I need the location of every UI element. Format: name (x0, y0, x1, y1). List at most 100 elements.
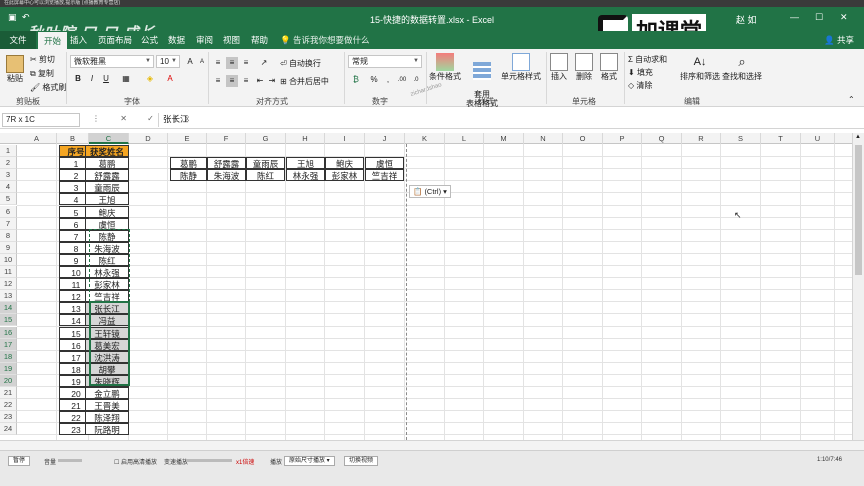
transposed-cell[interactable]: 王旭 (286, 157, 325, 170)
row-header-5[interactable]: 5 (0, 193, 17, 206)
transposed-cell[interactable]: 舒露露 (207, 157, 246, 170)
fill-button[interactable]: ⬇ 填充 (628, 67, 653, 78)
column-header-r[interactable]: R (682, 133, 721, 144)
name-box[interactable]: 7R x 1C (2, 113, 80, 127)
table-cell-name[interactable]: 王晋美 (85, 399, 129, 412)
row-header-23[interactable]: 23 (0, 411, 17, 424)
row-header-20[interactable]: 20 (0, 374, 17, 387)
increase-decimal-icon[interactable]: .00 (396, 74, 408, 86)
fill-color-icon[interactable]: ◈ (144, 73, 156, 85)
italic-button[interactable]: I (86, 73, 98, 85)
transposed-cell[interactable]: 虞恒 (365, 157, 404, 170)
pause-button[interactable]: 暂停 (8, 456, 31, 466)
row-header-15[interactable]: 15 (0, 314, 17, 327)
column-header-j[interactable]: J (365, 133, 405, 144)
wrap-text-button[interactable]: ⏎ 自动换行 (280, 58, 321, 69)
scroll-up-icon[interactable]: ▲ (855, 134, 861, 140)
align-left-icon[interactable]: ≡ (212, 75, 224, 87)
table-cell-name[interactable]: 王旭 (85, 193, 129, 206)
row-header-6[interactable]: 6 (0, 205, 17, 218)
row-header-13[interactable]: 13 (0, 290, 17, 303)
table-cell-name[interactable]: 陈泽翔 (85, 411, 129, 424)
comma-button[interactable]: , (382, 74, 394, 86)
tab-page-layout[interactable]: 页面布局 (98, 34, 132, 46)
bold-button[interactable]: B (72, 73, 84, 85)
format-painter-button[interactable]: 🖌 格式刷 (30, 82, 66, 93)
scrollbar-thumb[interactable] (855, 145, 862, 275)
tab-file[interactable]: 文件 (0, 31, 36, 49)
column-header-h[interactable]: H (286, 133, 325, 144)
row-header-19[interactable]: 19 (0, 362, 17, 375)
transposed-cell[interactable]: 彭家林 (325, 169, 364, 182)
align-top-icon[interactable]: ≡ (212, 57, 224, 69)
tab-data[interactable]: 数据 (168, 34, 185, 46)
column-header-p[interactable]: P (603, 133, 642, 144)
maximize-button[interactable]: ☐ (815, 12, 823, 23)
column-header-u[interactable]: U (801, 133, 835, 144)
selection-box[interactable] (89, 301, 130, 386)
orientation-icon[interactable]: ↗ (258, 57, 270, 69)
column-header-o[interactable]: O (563, 133, 603, 144)
table-cell-name[interactable]: 童雨辰 (85, 181, 129, 194)
transposed-cell[interactable]: 葛鹏 (170, 157, 207, 170)
tab-view[interactable]: 视图 (223, 34, 240, 46)
column-header-c[interactable]: C (89, 133, 129, 144)
grow-font-icon[interactable]: A (184, 56, 196, 68)
paste-button[interactable]: 粘贴 (4, 55, 26, 83)
align-bottom-icon[interactable]: ≡ (240, 57, 252, 69)
transposed-cell[interactable]: 陈静 (170, 169, 207, 182)
transposed-cell[interactable]: 童雨辰 (246, 157, 285, 170)
column-header-f[interactable]: F (207, 133, 246, 144)
transposed-cell[interactable]: 林永强 (286, 169, 325, 182)
row-header-9[interactable]: 9 (0, 241, 17, 254)
row-header-7[interactable]: 7 (0, 217, 17, 230)
row-header-10[interactable]: 10 (0, 253, 17, 266)
tell-me-search[interactable]: 💡 告诉我你想要做什么 (280, 34, 369, 46)
shrink-font-icon[interactable]: A (196, 56, 208, 68)
cut-button[interactable]: ✂ 剪切 (30, 54, 55, 65)
column-header-a[interactable]: A (17, 133, 57, 144)
hq-checkbox[interactable]: ☐ 启用高清播放 (114, 457, 157, 466)
row-header-17[interactable]: 17 (0, 338, 17, 351)
column-header-n[interactable]: N (524, 133, 563, 144)
row-header-4[interactable]: 4 (0, 181, 17, 194)
formula-input[interactable]: 张长江 (158, 113, 862, 127)
transposed-cell[interactable]: 朱海波 (207, 169, 246, 182)
table-header-name[interactable]: 获奖姓名 (85, 145, 129, 157)
column-header-l[interactable]: L (445, 133, 484, 144)
vertical-scrollbar[interactable]: ▲ (852, 133, 864, 440)
sort-filter-button[interactable]: A↓ 排序和筛选 (680, 53, 720, 81)
row-header-3[interactable]: 3 (0, 169, 17, 182)
font-color-icon[interactable]: A (164, 73, 176, 85)
increase-indent-icon[interactable]: ⇥ (266, 75, 278, 87)
row-header-14[interactable]: 14 (0, 302, 17, 315)
row-header-11[interactable]: 11 (0, 266, 17, 278)
user-name[interactable]: 赵 如 (736, 13, 757, 26)
tab-formulas[interactable]: 公式 (141, 34, 158, 46)
column-header-m[interactable]: M (484, 133, 524, 144)
column-header-i[interactable]: I (325, 133, 365, 144)
align-right-icon[interactable]: ≡ (240, 75, 252, 87)
percent-button[interactable]: % (368, 74, 380, 86)
find-select-button[interactable]: ⌕ 查找和选择 (722, 53, 762, 81)
column-header-g[interactable]: G (246, 133, 286, 144)
close-button[interactable]: ✕ (840, 12, 848, 23)
table-cell-name[interactable]: 虞恒 (85, 217, 129, 230)
align-middle-icon[interactable]: ≡ (226, 57, 238, 69)
underline-button[interactable]: U (100, 73, 112, 85)
transposed-cell[interactable]: 陈红 (246, 169, 285, 182)
conditional-format-button[interactable]: 条件格式 (428, 53, 462, 81)
transposed-cell[interactable]: 鲍庆 (325, 157, 364, 170)
decrease-decimal-icon[interactable]: .0 (410, 74, 422, 86)
format-cells-button[interactable]: 格式 (598, 53, 620, 81)
autosum-button[interactable]: Σ 自动求和 (628, 54, 667, 65)
currency-icon[interactable]: ₿ (350, 74, 362, 86)
row-header-8[interactable]: 8 (0, 229, 17, 242)
column-header-e[interactable]: E (168, 133, 207, 144)
column-header-s[interactable]: S (721, 133, 761, 144)
font-size-select[interactable]: 10 ▼ (156, 55, 180, 68)
volume-slider[interactable] (58, 459, 82, 462)
row-header-22[interactable]: 22 (0, 399, 17, 412)
table-cell-name[interactable]: 舒露露 (85, 169, 129, 182)
font-name-select[interactable]: 微软雅黑 ▼ (70, 55, 154, 68)
